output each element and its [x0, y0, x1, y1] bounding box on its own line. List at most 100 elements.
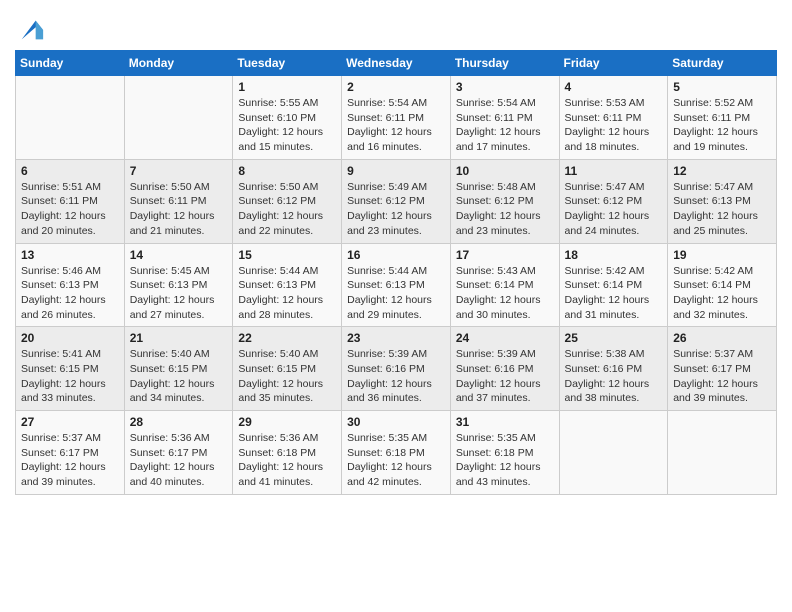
day-number: 4 [565, 80, 663, 94]
calendar-week-row: 13 Sunrise: 5:46 AM Sunset: 6:13 PM Dayli… [16, 243, 777, 327]
day-info: Sunrise: 5:40 AM Sunset: 6:15 PM Dayligh… [238, 347, 336, 406]
day-info: Sunrise: 5:43 AM Sunset: 6:14 PM Dayligh… [456, 264, 554, 323]
calendar-cell: 26 Sunrise: 5:37 AM Sunset: 6:17 PM Dayli… [668, 327, 777, 411]
day-number: 31 [456, 415, 554, 429]
calendar-table: SundayMondayTuesdayWednesdayThursdayFrid… [15, 50, 777, 495]
day-number: 27 [21, 415, 119, 429]
page-header [15, 10, 777, 44]
day-number: 21 [130, 331, 228, 345]
day-info: Sunrise: 5:42 AM Sunset: 6:14 PM Dayligh… [673, 264, 771, 323]
calendar-week-row: 20 Sunrise: 5:41 AM Sunset: 6:15 PM Dayli… [16, 327, 777, 411]
day-number: 11 [565, 164, 663, 178]
day-number: 30 [347, 415, 445, 429]
calendar-cell: 14 Sunrise: 5:45 AM Sunset: 6:13 PM Dayli… [124, 243, 233, 327]
day-info: Sunrise: 5:37 AM Sunset: 6:17 PM Dayligh… [673, 347, 771, 406]
calendar-cell: 7Sunrise: 5:50 AM Sunset: 6:11 PM Daylig… [124, 159, 233, 243]
calendar-cell: 19Sunrise: 5:42 AM Sunset: 6:14 PM Dayli… [668, 243, 777, 327]
day-number: 6 [21, 164, 119, 178]
calendar-cell [16, 76, 125, 160]
day-info: Sunrise: 5:44 AM Sunset: 6:13 PM Dayligh… [347, 264, 445, 323]
day-info: Sunrise: 5:39 AM Sunset: 6:16 PM Dayligh… [347, 347, 445, 406]
calendar-cell: 6 Sunrise: 5:51 AM Sunset: 6:11 PM Daylig… [16, 159, 125, 243]
day-number: 13 [21, 248, 119, 262]
calendar-cell: 5 Sunrise: 5:52 AM Sunset: 6:11 PM Daylig… [668, 76, 777, 160]
day-info: Sunrise: 5:36 AM Sunset: 6:18 PM Dayligh… [238, 431, 336, 490]
day-info: Sunrise: 5:55 AM Sunset: 6:10 PM Dayligh… [238, 96, 336, 155]
day-info: Sunrise: 5:48 AM Sunset: 6:12 PM Dayligh… [456, 180, 554, 239]
calendar-cell: 15 Sunrise: 5:44 AM Sunset: 6:13 PM Dayli… [233, 243, 342, 327]
calendar-cell: 28 Sunrise: 5:36 AM Sunset: 6:17 PM Dayli… [124, 411, 233, 495]
calendar-cell: 18 Sunrise: 5:42 AM Sunset: 6:14 PM Dayli… [559, 243, 668, 327]
calendar-cell [559, 411, 668, 495]
weekday-header-friday: Friday [559, 51, 668, 76]
day-number: 17 [456, 248, 554, 262]
calendar-cell: 20 Sunrise: 5:41 AM Sunset: 6:15 PM Dayli… [16, 327, 125, 411]
day-info: Sunrise: 5:42 AM Sunset: 6:14 PM Dayligh… [565, 264, 663, 323]
calendar-cell: 10 Sunrise: 5:48 AM Sunset: 6:12 PM Dayli… [450, 159, 559, 243]
day-info: Sunrise: 5:35 AM Sunset: 6:18 PM Dayligh… [347, 431, 445, 490]
calendar-cell: 24 Sunrise: 5:39 AM Sunset: 6:16 PM Dayli… [450, 327, 559, 411]
day-info: Sunrise: 5:40 AM Sunset: 6:15 PM Dayligh… [130, 347, 228, 406]
calendar-week-row: 1Sunrise: 5:55 AM Sunset: 6:10 PM Daylig… [16, 76, 777, 160]
day-info: Sunrise: 5:35 AM Sunset: 6:18 PM Dayligh… [456, 431, 554, 490]
day-number: 5 [673, 80, 771, 94]
day-number: 24 [456, 331, 554, 345]
calendar-week-row: 27 Sunrise: 5:37 AM Sunset: 6:17 PM Dayli… [16, 411, 777, 495]
calendar-cell: 22 Sunrise: 5:40 AM Sunset: 6:15 PM Dayli… [233, 327, 342, 411]
calendar-cell: 25Sunrise: 5:38 AM Sunset: 6:16 PM Dayli… [559, 327, 668, 411]
day-number: 22 [238, 331, 336, 345]
weekday-header-tuesday: Tuesday [233, 51, 342, 76]
weekday-header-thursday: Thursday [450, 51, 559, 76]
calendar-cell: 17 Sunrise: 5:43 AM Sunset: 6:14 PM Dayli… [450, 243, 559, 327]
calendar-cell: 27 Sunrise: 5:37 AM Sunset: 6:17 PM Dayli… [16, 411, 125, 495]
day-info: Sunrise: 5:54 AM Sunset: 6:11 PM Dayligh… [456, 96, 554, 155]
day-number: 28 [130, 415, 228, 429]
day-number: 26 [673, 331, 771, 345]
day-info: Sunrise: 5:47 AM Sunset: 6:13 PM Dayligh… [673, 180, 771, 239]
weekday-header-saturday: Saturday [668, 51, 777, 76]
calendar-cell: 21 Sunrise: 5:40 AM Sunset: 6:15 PM Dayli… [124, 327, 233, 411]
day-info: Sunrise: 5:45 AM Sunset: 6:13 PM Dayligh… [130, 264, 228, 323]
day-info: Sunrise: 5:54 AM Sunset: 6:11 PM Dayligh… [347, 96, 445, 155]
calendar-cell: 9 Sunrise: 5:49 AM Sunset: 6:12 PM Daylig… [342, 159, 451, 243]
calendar-cell: 4Sunrise: 5:53 AM Sunset: 6:11 PM Daylig… [559, 76, 668, 160]
day-number: 10 [456, 164, 554, 178]
weekday-header-wednesday: Wednesday [342, 51, 451, 76]
day-number: 8 [238, 164, 336, 178]
day-number: 9 [347, 164, 445, 178]
day-number: 20 [21, 331, 119, 345]
day-number: 2 [347, 80, 445, 94]
logo-icon [17, 16, 45, 44]
weekday-header-row: SundayMondayTuesdayWednesdayThursdayFrid… [16, 51, 777, 76]
day-info: Sunrise: 5:36 AM Sunset: 6:17 PM Dayligh… [130, 431, 228, 490]
calendar-cell: 29 Sunrise: 5:36 AM Sunset: 6:18 PM Dayli… [233, 411, 342, 495]
day-info: Sunrise: 5:41 AM Sunset: 6:15 PM Dayligh… [21, 347, 119, 406]
calendar-cell [668, 411, 777, 495]
day-number: 29 [238, 415, 336, 429]
day-number: 18 [565, 248, 663, 262]
calendar-cell: 31 Sunrise: 5:35 AM Sunset: 6:18 PM Dayli… [450, 411, 559, 495]
day-number: 12 [673, 164, 771, 178]
day-info: Sunrise: 5:46 AM Sunset: 6:13 PM Dayligh… [21, 264, 119, 323]
weekday-header-sunday: Sunday [16, 51, 125, 76]
day-number: 3 [456, 80, 554, 94]
calendar-week-row: 6 Sunrise: 5:51 AM Sunset: 6:11 PM Daylig… [16, 159, 777, 243]
day-info: Sunrise: 5:39 AM Sunset: 6:16 PM Dayligh… [456, 347, 554, 406]
day-number: 25 [565, 331, 663, 345]
day-info: Sunrise: 5:37 AM Sunset: 6:17 PM Dayligh… [21, 431, 119, 490]
day-info: Sunrise: 5:51 AM Sunset: 6:11 PM Dayligh… [21, 180, 119, 239]
calendar-cell: 11 Sunrise: 5:47 AM Sunset: 6:12 PM Dayli… [559, 159, 668, 243]
day-info: Sunrise: 5:50 AM Sunset: 6:11 PM Dayligh… [130, 180, 228, 239]
day-number: 15 [238, 248, 336, 262]
day-info: Sunrise: 5:52 AM Sunset: 6:11 PM Dayligh… [673, 96, 771, 155]
calendar-cell: 23Sunrise: 5:39 AM Sunset: 6:16 PM Dayli… [342, 327, 451, 411]
calendar-cell: 3 Sunrise: 5:54 AM Sunset: 6:11 PM Daylig… [450, 76, 559, 160]
calendar-cell: 12 Sunrise: 5:47 AM Sunset: 6:13 PM Dayli… [668, 159, 777, 243]
day-info: Sunrise: 5:49 AM Sunset: 6:12 PM Dayligh… [347, 180, 445, 239]
weekday-header-monday: Monday [124, 51, 233, 76]
calendar-cell: 2 Sunrise: 5:54 AM Sunset: 6:11 PM Daylig… [342, 76, 451, 160]
day-info: Sunrise: 5:44 AM Sunset: 6:13 PM Dayligh… [238, 264, 336, 323]
calendar-cell: 13 Sunrise: 5:46 AM Sunset: 6:13 PM Dayli… [16, 243, 125, 327]
day-number: 14 [130, 248, 228, 262]
day-info: Sunrise: 5:47 AM Sunset: 6:12 PM Dayligh… [565, 180, 663, 239]
